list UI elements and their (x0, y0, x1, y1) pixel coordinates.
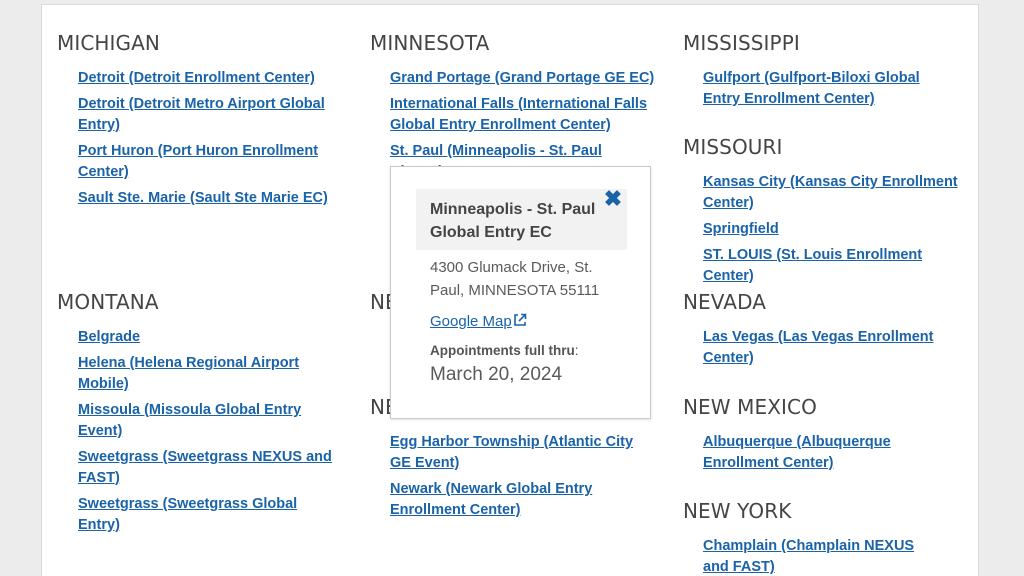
location-link[interactable]: Albuquerque (Albuquerque Enrollment Cent… (703, 432, 965, 474)
state-heading-missouri: MISSOURI (683, 135, 783, 159)
list-item: Detroit (Detroit Enrollment Center) (78, 68, 328, 89)
appointments-date: March 20, 2024 (430, 364, 563, 385)
state-heading-minnesota: MINNESOTA (370, 31, 490, 55)
state-heading-new-mexico: NEW MEXICO (683, 395, 817, 419)
list-item: Belgrade (78, 327, 338, 348)
popup-address: 4300 Glumack Drive, St. Paul, MINNESOTA … (430, 259, 600, 299)
state-heading-mississippi: MISSISSIPPI (683, 31, 800, 55)
location-list-new-york: Champlain (Champlain NEXUS and FAST) (703, 536, 943, 576)
location-link[interactable]: Las Vegas (Las Vegas Enrollment Center) (703, 327, 953, 369)
list-item: Gulfport (Gulfport-Biloxi Global Entry E… (703, 68, 958, 110)
list-item: Port Huron (Port Huron Enrollment Center… (78, 141, 328, 183)
list-item: Albuquerque (Albuquerque Enrollment Cent… (703, 432, 965, 474)
state-heading-new-york: NEW YORK (683, 499, 792, 523)
location-link[interactable]: Sault Ste. Marie (Sault Ste Marie EC) (78, 188, 328, 209)
location-list-nevada: Las Vegas (Las Vegas Enrollment Center) (703, 327, 953, 374)
location-link[interactable]: Egg Harbor Township (Atlantic City GE Ev… (390, 432, 652, 474)
popup-header: Minneapolis - St. Paul Global Entry EC (416, 189, 627, 250)
state-heading-michigan: MICHIGAN (57, 31, 160, 55)
list-item: Sweetgrass (Sweetgrass Global Entry) (78, 494, 338, 536)
location-link[interactable]: Belgrade (78, 327, 338, 348)
appointments-label: Appointments full thru: (430, 343, 579, 358)
list-item: Grand Portage (Grand Portage GE EC) (390, 68, 658, 89)
list-item: ST. LOUIS (St. Louis Enrollment Center) (703, 245, 965, 287)
location-link[interactable]: Grand Portage (Grand Portage GE EC) (390, 68, 658, 89)
location-link[interactable]: Helena (Helena Regional Airport Mobile) (78, 353, 338, 395)
google-map-link[interactable]: Google Map (430, 313, 527, 331)
location-popup: Minneapolis - St. Paul Global Entry EC ✖… (390, 166, 651, 419)
location-link[interactable]: Sweetgrass (Sweetgrass NEXUS and FAST) (78, 447, 338, 489)
list-item: Newark (Newark Global Entry Enrollment C… (390, 479, 652, 521)
google-map-link-label: Google Map (430, 313, 512, 330)
location-list-mississippi: Gulfport (Gulfport-Biloxi Global Entry E… (703, 68, 958, 115)
appointments-label-colon: : (574, 343, 579, 358)
state-heading-nevada: NEVADA (683, 290, 767, 314)
location-link[interactable]: Gulfport (Gulfport-Biloxi Global Entry E… (703, 68, 958, 110)
list-item: Kansas City (Kansas City Enrollment Cent… (703, 172, 965, 214)
location-link[interactable]: Springfield (703, 219, 965, 240)
popup-title: Minneapolis - St. Paul Global Entry EC (430, 201, 596, 241)
location-list-new-jersey: Egg Harbor Township (Atlantic City GE Ev… (390, 432, 652, 526)
location-link[interactable]: Champlain (Champlain NEXUS and FAST) (703, 536, 943, 576)
list-item: Springfield (703, 219, 965, 240)
location-link[interactable]: Sweetgrass (Sweetgrass Global Entry) (78, 494, 338, 536)
list-item: Sault Ste. Marie (Sault Ste Marie EC) (78, 188, 328, 209)
location-link[interactable]: Kansas City (Kansas City Enrollment Cent… (703, 172, 965, 214)
location-link[interactable]: Newark (Newark Global Entry Enrollment C… (390, 479, 652, 521)
location-list-new-mexico: Albuquerque (Albuquerque Enrollment Cent… (703, 432, 965, 479)
appointments-label-text: Appointments full thru (430, 343, 575, 358)
state-heading-montana: MONTANA (57, 290, 159, 314)
location-link[interactable]: Detroit (Detroit Enrollment Center) (78, 68, 328, 89)
location-link[interactable]: International Falls (International Falls… (390, 94, 658, 136)
location-link[interactable]: Missoula (Missoula Global Entry Event) (78, 400, 338, 442)
location-list-missouri: Kansas City (Kansas City Enrollment Cent… (703, 172, 965, 292)
list-item: Missoula (Missoula Global Entry Event) (78, 400, 338, 442)
location-list-montana: Belgrade Helena (Helena Regional Airport… (78, 327, 338, 541)
list-item: Sweetgrass (Sweetgrass NEXUS and FAST) (78, 447, 338, 489)
close-x-icon[interactable]: ✖ (603, 188, 623, 210)
list-item: Champlain (Champlain NEXUS and FAST) (703, 536, 943, 576)
list-item: Las Vegas (Las Vegas Enrollment Center) (703, 327, 953, 369)
location-list-michigan: Detroit (Detroit Enrollment Center) Detr… (78, 68, 328, 214)
location-link[interactable]: Detroit (Detroit Metro Airport Global En… (78, 94, 328, 136)
list-item: International Falls (International Falls… (390, 94, 658, 136)
location-link[interactable]: Port Huron (Port Huron Enrollment Center… (78, 141, 328, 183)
list-item: Detroit (Detroit Metro Airport Global En… (78, 94, 328, 136)
list-item: Egg Harbor Township (Atlantic City GE Ev… (390, 432, 652, 474)
external-link-icon (513, 313, 527, 331)
list-item: Helena (Helena Regional Airport Mobile) (78, 353, 338, 395)
location-link[interactable]: ST. LOUIS (St. Louis Enrollment Center) (703, 245, 965, 287)
